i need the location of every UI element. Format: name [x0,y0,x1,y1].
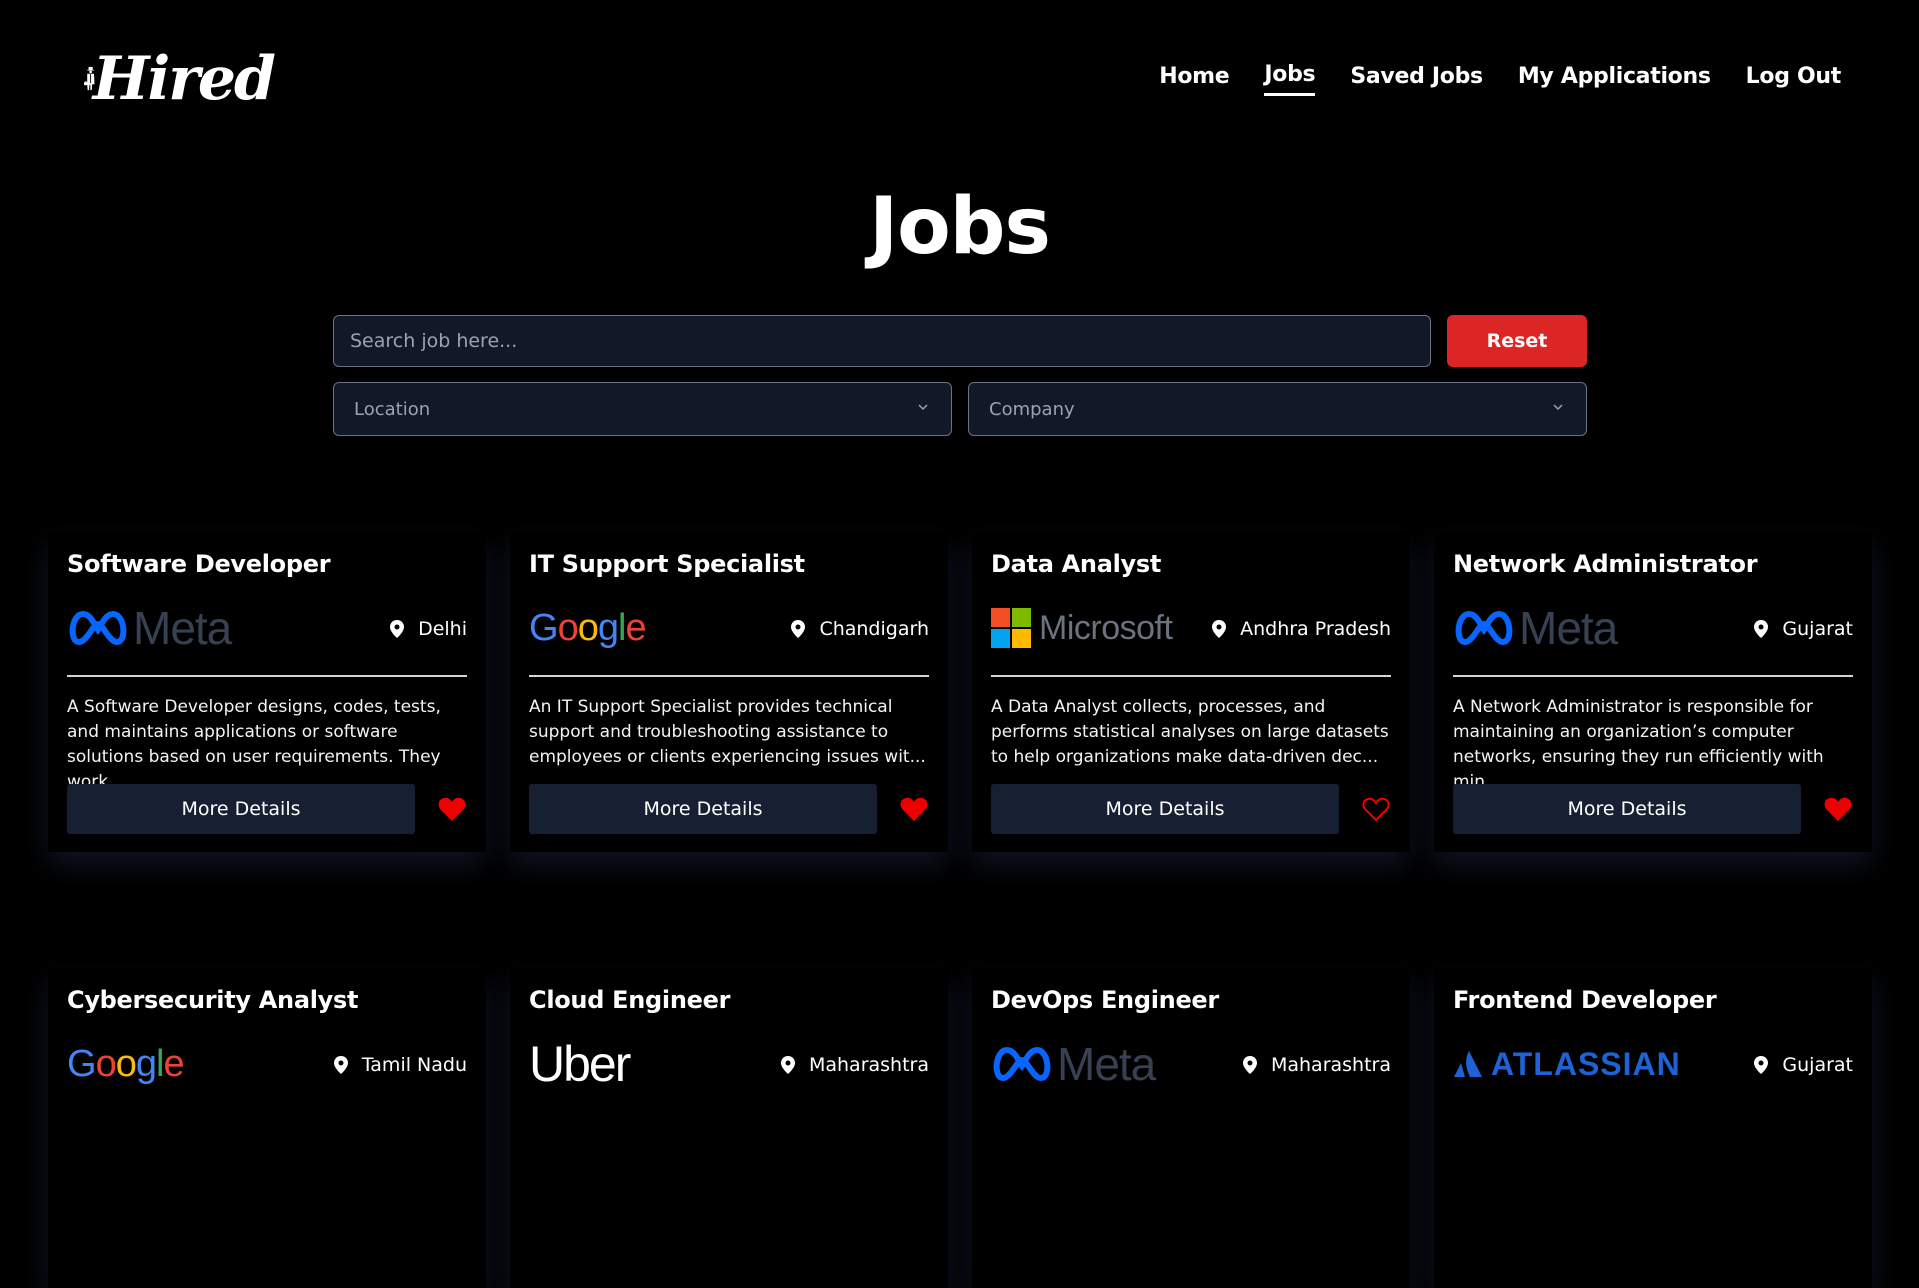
more-details-button[interactable]: More Details [1453,784,1801,834]
job-location: Maharashtra [1242,1054,1391,1076]
company-name: Google [67,1042,185,1085]
nav-log-out[interactable]: Log Out [1746,64,1842,95]
location-pin-icon [1242,1056,1257,1074]
nav-jobs[interactable]: Jobs [1264,62,1316,96]
heart-filled-icon[interactable] [1824,796,1852,822]
job-location-text: Gujarat [1782,1054,1853,1076]
job-description: A Network Administrator is responsible f… [1453,697,1824,792]
location-pin-icon [1754,620,1769,638]
company-logo-atlassian: ATLASSIAN [1453,1040,1681,1088]
chevron-down-icon [918,404,928,411]
job-title: DevOps Engineer [991,986,1219,1014]
company-logo-meta: Meta [67,602,232,654]
meta-infinity-icon [1455,610,1513,646]
job-card: Frontend Developer ATLASSIAN Gujarat [1434,968,1872,1288]
job-location: Chandigarh [791,618,929,640]
nav-my-applications[interactable]: My Applications [1518,64,1711,95]
job-location-text: Gujarat [1782,618,1853,640]
company-select[interactable]: Company [968,382,1587,436]
reset-button[interactable]: Reset [1447,315,1587,367]
search-input[interactable] [333,315,1431,367]
meta-infinity-icon [993,1046,1051,1082]
company-name: Microsoft [1039,608,1173,647]
location-select[interactable]: Location [333,382,952,436]
job-location: Tamil Nadu [333,1054,467,1076]
job-location: Delhi [390,618,467,640]
job-title: Data Analyst [991,550,1162,578]
atlassian-triangle-icon [1454,1051,1482,1077]
more-details-button[interactable]: More Details [991,784,1339,834]
job-card: Cloud Engineer Uber Maharashtra [510,968,948,1288]
company-logo-google: Google [67,1040,185,1088]
job-title: Network Administrator [1453,550,1758,578]
company-logo-uber: Uber [529,1036,631,1092]
job-card: Software Developer Meta Delhi A Software… [48,532,486,852]
location-pin-icon [780,1056,795,1074]
job-location: Maharashtra [780,1054,929,1076]
company-name: Uber [529,1036,631,1092]
card-divider [67,675,467,677]
company-logo-google: Google [529,604,647,652]
company-name: ATLASSIAN [1491,1045,1681,1082]
header: Hired Home Jobs Saved Jobs My Applicatio… [0,0,1919,160]
company-logo-microsoft: Microsoft [991,604,1173,652]
job-title: Software Developer [67,550,331,578]
company-select-label: Company [989,398,1075,420]
company-name: Meta [1519,602,1618,654]
logo-wordmark: Hired [92,44,276,114]
heart-filled-icon[interactable] [438,796,466,822]
location-pin-icon [791,620,806,638]
job-title: Cybersecurity Analyst [67,986,359,1014]
page-title: Jobs [869,182,1051,272]
job-location-text: Maharashtra [808,1054,929,1076]
job-grid: Software Developer Meta Delhi A Software… [48,532,1872,1288]
location-pin-icon [1754,1056,1769,1074]
heart-filled-icon[interactable] [900,796,928,822]
job-location-text: Tamil Nadu [361,1054,467,1076]
company-logo-meta: Meta [991,1038,1156,1090]
job-card: Cybersecurity Analyst Google Tamil Nadu [48,968,486,1288]
location-pin-icon [1212,620,1227,638]
job-description: An IT Support Specialist provides techni… [529,697,926,767]
company-name: Meta [133,602,232,654]
more-details-button[interactable]: More Details [529,784,877,834]
meta-infinity-icon [69,610,127,646]
location-select-label: Location [354,398,431,420]
search-bar: Reset [333,315,1587,367]
company-logo-meta: Meta [1453,602,1618,654]
job-description: A Software Developer designs, codes, tes… [67,697,441,792]
main-nav: Home Jobs Saved Jobs My Applications Log… [1159,62,1841,96]
location-pin-icon [333,1056,348,1074]
hired-logo[interactable]: Hired [84,22,276,136]
job-location-text: Delhi [418,618,467,640]
job-description: A Data Analyst collects, processes, and … [991,697,1389,767]
chevron-down-icon [1553,404,1563,411]
nav-saved-jobs[interactable]: Saved Jobs [1350,64,1483,95]
job-card: Data Analyst Microsoft Andhra Pradesh A … [972,532,1410,852]
job-location-text: Chandigarh [819,618,929,640]
card-divider [529,675,929,677]
job-card: IT Support Specialist Google Chandigarh … [510,532,948,852]
company-name: Google [529,606,647,649]
location-pin-icon [390,620,405,638]
nav-home[interactable]: Home [1159,64,1229,95]
job-location: Gujarat [1754,1054,1853,1076]
job-title: Frontend Developer [1453,986,1717,1014]
job-card: DevOps Engineer Meta Maharashtra [972,968,1410,1288]
more-details-button[interactable]: More Details [67,784,415,834]
filter-bar: Location Company [333,382,1587,436]
job-location: Gujarat [1754,618,1853,640]
heart-outline-icon[interactable] [1362,796,1390,822]
company-name: Meta [1057,1038,1156,1090]
job-location: Andhra Pradesh [1212,618,1391,640]
job-card: Network Administrator Meta Gujarat A Net… [1434,532,1872,852]
job-title: Cloud Engineer [529,986,731,1014]
job-location-text: Andhra Pradesh [1240,618,1391,640]
card-divider [1453,675,1853,677]
job-location-text: Maharashtra [1270,1054,1391,1076]
job-title: IT Support Specialist [529,550,805,578]
card-divider [991,675,1391,677]
microsoft-squares-icon [991,608,1031,648]
